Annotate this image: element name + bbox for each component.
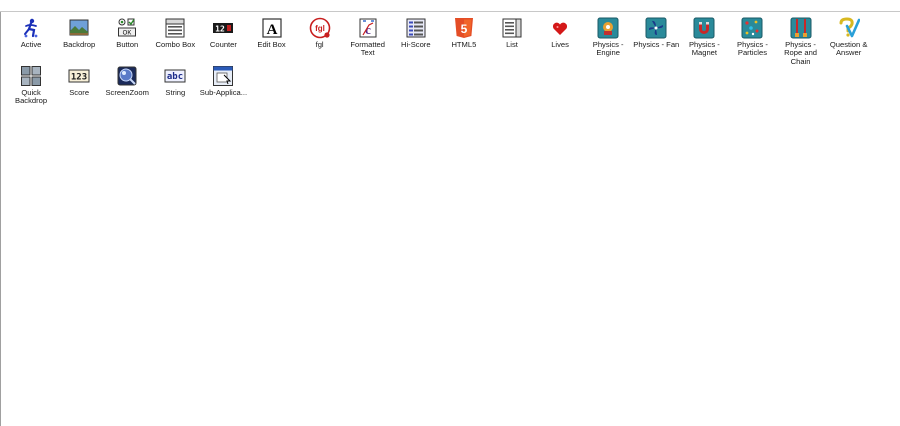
physics-magnet-icon	[693, 17, 715, 39]
object-item-question-and-answer[interactable]: Question & Answer	[825, 16, 873, 64]
object-item-physics-rope-and-chain[interactable]: Physics - Rope and Chain	[777, 16, 825, 66]
fgl-icon: fgl	[309, 17, 331, 39]
physics-particles-icon	[741, 17, 763, 39]
formatted-text-icon: c	[357, 17, 379, 39]
physics-engine-icon	[597, 17, 619, 39]
object-label: Lives	[551, 40, 569, 49]
object-item-physics-magnet[interactable]: Physics - Magnet	[680, 16, 728, 64]
object-label: Edit Box	[257, 40, 286, 49]
object-label: HTML5	[451, 40, 477, 49]
object-item-active[interactable]: Active	[7, 16, 55, 64]
object-label: Score	[69, 88, 90, 97]
edit-letter: A	[266, 22, 277, 38]
hi-score-icon	[405, 17, 427, 39]
string-text: abc	[167, 72, 183, 82]
object-item-list[interactable]: List	[488, 16, 536, 64]
object-label: Formatted Text	[350, 40, 385, 58]
object-label: Active	[20, 40, 42, 49]
list-icon	[501, 17, 523, 39]
active-icon	[20, 17, 42, 39]
question-answer-icon	[838, 17, 860, 39]
html5-icon: 5	[453, 17, 475, 39]
object-label: Physics - Engine	[592, 40, 624, 58]
fgl-text: fgl	[315, 24, 325, 33]
counter-digits: 12	[216, 24, 226, 33]
string-icon: abc	[164, 65, 186, 87]
score-digits: 123	[71, 73, 87, 83]
object-label: Quick Backdrop	[15, 88, 48, 106]
object-label: Combo Box	[155, 40, 196, 49]
object-item-string[interactable]: abc String	[151, 64, 199, 112]
object-label: Physics - Fan	[633, 40, 680, 49]
object-item-quick-backdrop[interactable]: Quick Backdrop	[7, 64, 55, 112]
object-label: Backdrop	[63, 40, 96, 49]
object-label: Physics - Particles	[737, 40, 768, 58]
top-bar	[0, 0, 900, 12]
button-icon: OK	[116, 17, 138, 39]
object-item-physics-particles[interactable]: Physics - Particles	[728, 16, 776, 64]
object-label: String	[165, 88, 186, 97]
screenzoom-icon	[116, 65, 138, 87]
object-label: Hi-Score	[401, 40, 431, 49]
lives-icon	[549, 17, 571, 39]
object-label: List	[506, 40, 518, 49]
object-item-formatted-text[interactable]: c Formatted Text	[344, 16, 392, 64]
object-item-edit-box[interactable]: A Edit Box	[247, 16, 295, 64]
object-item-fgl[interactable]: fgl fgl	[296, 16, 344, 64]
object-item-physics-fan[interactable]: Physics - Fan	[632, 16, 680, 64]
score-icon: 123	[68, 65, 90, 87]
quick-backdrop-icon	[20, 65, 42, 87]
object-item-lives[interactable]: Lives	[536, 16, 584, 64]
sub-application-icon	[212, 65, 234, 87]
object-label: Physics - Magnet	[688, 40, 720, 58]
object-item-button[interactable]: OK Button	[103, 16, 151, 64]
object-item-counter[interactable]: 12 Counter	[199, 16, 247, 64]
counter-icon: 12	[212, 17, 234, 39]
combo-box-icon	[164, 17, 186, 39]
object-item-physics-engine[interactable]: Physics - Engine	[584, 16, 632, 64]
physics-fan-icon	[645, 17, 667, 39]
object-item-sub-application[interactable]: Sub-Applica...	[199, 64, 247, 112]
object-item-score[interactable]: 123 Score	[55, 64, 103, 112]
object-item-backdrop[interactable]: Backdrop	[55, 16, 103, 64]
object-item-combo-box[interactable]: Combo Box	[151, 16, 199, 64]
object-grid: Active Backdrop OK Button Combo Box 12 C…	[7, 16, 900, 112]
object-label: Question & Answer	[829, 40, 868, 58]
object-item-html5[interactable]: 5 HTML5	[440, 16, 488, 64]
object-label: ScreenZoom	[105, 88, 149, 97]
object-label: fgl	[315, 40, 324, 49]
backdrop-icon	[68, 17, 90, 39]
object-label: Counter	[209, 40, 237, 49]
object-label: Button	[116, 40, 139, 49]
object-label: Physics - Rope and Chain	[784, 40, 818, 66]
svg-text:OK: OK	[123, 31, 132, 37]
object-item-hi-score[interactable]: Hi-Score	[392, 16, 440, 64]
html5-digit: 5	[461, 22, 468, 36]
physics-rope-icon	[790, 17, 812, 39]
edit-box-icon: A	[261, 17, 283, 39]
object-item-screenzoom[interactable]: ScreenZoom	[103, 64, 151, 112]
object-label: Sub-Applica...	[199, 88, 248, 97]
